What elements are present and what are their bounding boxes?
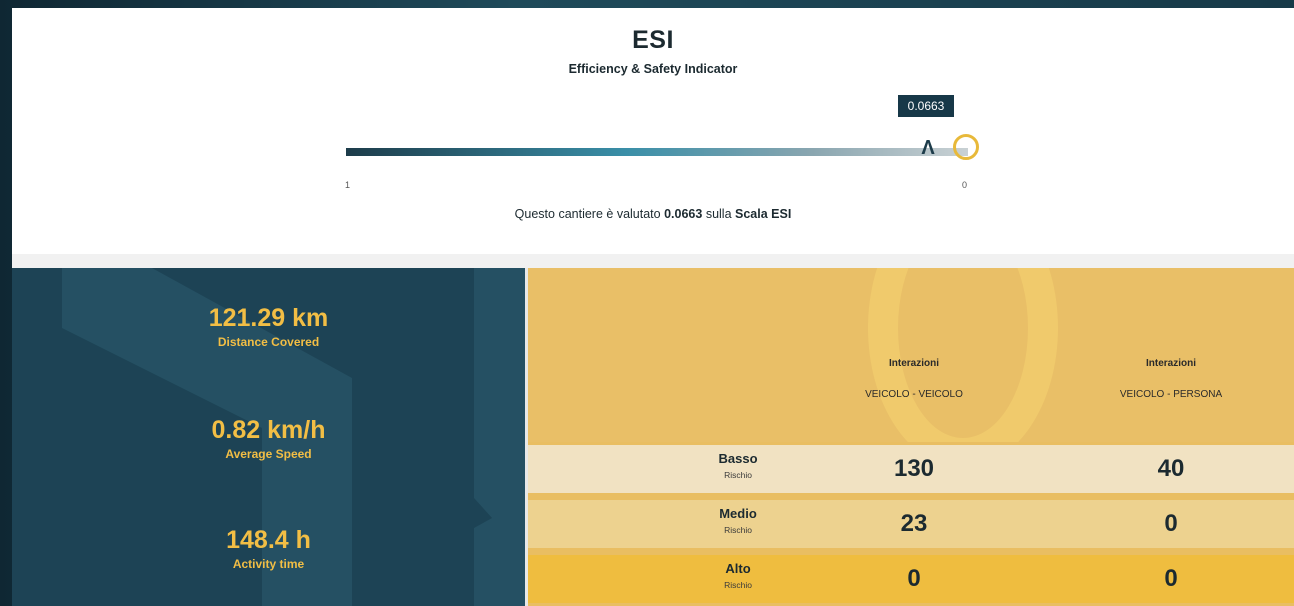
column-header-vehicle-vehicle: Interazioni VEICOLO - VEICOLO [814,358,1014,400]
risk-level: Medio Rischio [688,506,788,535]
column-subtitle: VEICOLO - VEICOLO [865,389,963,400]
rating-middle: sulla [705,207,732,221]
stat-activity-time: 148.4 h Activity time [12,526,525,571]
stat-label: Activity time [232,557,305,571]
esi-card: ESI Efficiency & Safety Indicator 0.0663… [12,8,1294,254]
stat-value: 121.29 km [208,304,329,332]
column-title: Interazioni [888,358,939,369]
stat-label: Average Speed [225,447,312,461]
risk-level-sub: Rischio [724,470,752,480]
cell-vehicle-person: 0 [1164,565,1178,592]
table-row-basso: Basso Rischio 130 40 [528,445,1294,493]
column-subtitle: VEICOLO - PERSONA [1119,389,1223,400]
rating-sentence: Questo cantiere è valutato 0.0663 sulla … [12,207,1294,221]
esi-value-tooltip: 0.0663 [898,95,954,117]
table-row-alto: Alto Rischio 0 0 [528,555,1294,603]
risk-level-sub: Rischio [724,580,752,590]
stat-value: 148.4 h [226,526,311,554]
risk-level-sub: Rischio [724,525,752,535]
stat-label: Distance Covered [217,335,320,349]
scale-max-label: 0 [962,180,968,190]
stat-speed: 0.82 km/h Average Speed [12,416,525,461]
column-header-vehicle-person: Interazioni VEICOLO - PERSONA [1071,358,1271,400]
risk-level-name: Medio [719,506,757,521]
table-row-medio: Medio Rischio 23 0 [528,500,1294,548]
scale-min-label: 1 [345,180,351,190]
page-subtitle: Efficiency & Safety Indicator [568,62,738,76]
cell-vehicle-person: 0 [1164,510,1178,537]
column-title: Interazioni [1145,358,1196,369]
rating-scale-name: Scala ESI [735,207,792,221]
stats-panel: 121.29 km Distance Covered 0.82 km/h Ave… [12,268,525,606]
stat-value: 0.82 km/h [211,416,326,444]
risk-level-name: Alto [725,561,751,576]
caret-up-icon: Λ [921,137,935,159]
risk-level: Basso Rischio [688,451,788,480]
risk-level-name: Basso [718,451,758,466]
esi-scale-bar [346,148,968,156]
cell-vehicle-vehicle: 0 [907,565,921,592]
cell-vehicle-person: 40 [1157,455,1185,482]
cell-vehicle-vehicle: 23 [900,510,928,537]
scale-end-circle[interactable] [953,134,979,160]
rating-prefix: Questo cantiere è valutato [514,207,661,221]
risk-table-header: Interazioni VEICOLO - VEICOLO Interazion… [528,268,1294,442]
page-title: ESI [632,26,674,54]
zero-watermark [868,268,1058,442]
stat-distance: 121.29 km Distance Covered [12,304,525,349]
risk-level: Alto Rischio [688,561,788,590]
risk-table: Interazioni VEICOLO - VEICOLO Interazion… [528,268,1294,606]
separator-band [12,254,1294,268]
cell-vehicle-vehicle: 130 [893,455,935,482]
rating-value: 0.0663 [664,207,703,221]
